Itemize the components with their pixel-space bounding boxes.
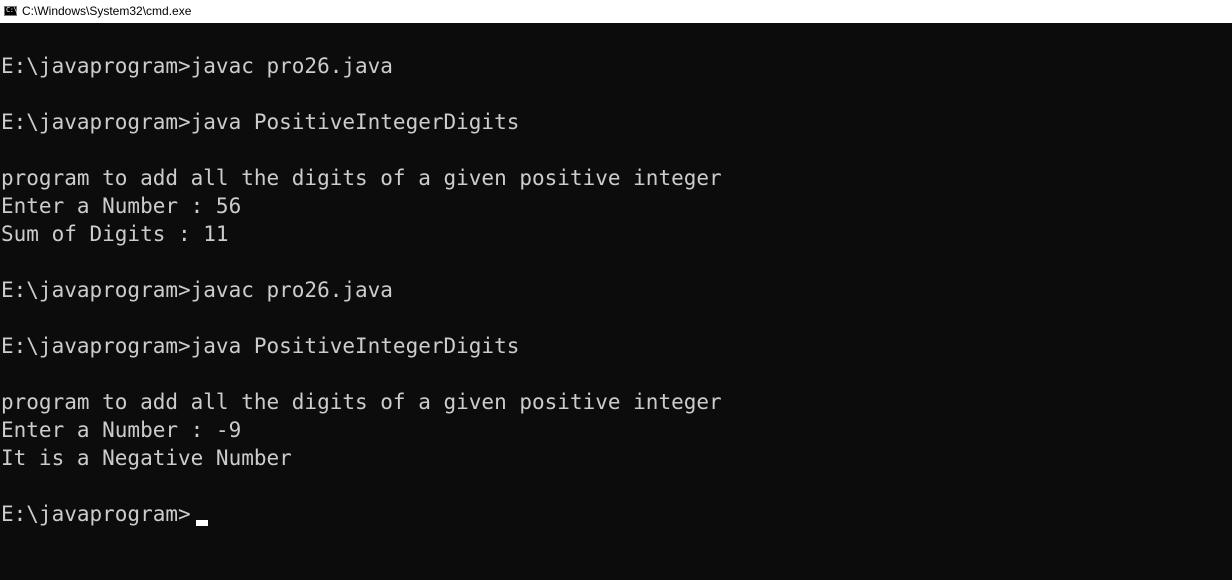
console-icon: C:\ xyxy=(4,6,18,16)
console-line: Sum of Digits : 11 xyxy=(1,222,229,246)
console-line: program to add all the digits of a given… xyxy=(1,166,722,190)
console-icon-glyph: C:\ xyxy=(6,6,18,14)
console-line: It is a Negative Number xyxy=(1,446,292,470)
console-line: Enter a Number : 56 xyxy=(1,194,242,218)
text-cursor xyxy=(196,520,208,526)
console-line: Enter a Number : -9 xyxy=(1,418,242,442)
console-line: E:\javaprogram>javac pro26.java xyxy=(1,278,393,302)
console-line: program to add all the digits of a given… xyxy=(1,390,722,414)
console-line: E:\javaprogram>java PositiveIntegerDigit… xyxy=(1,110,520,134)
console-prompt[interactable]: E:\javaprogram> xyxy=(1,500,191,528)
console-output[interactable]: E:\javaprogram>javac pro26.java E:\javap… xyxy=(0,24,1232,580)
cmd-window: C:\ C:\Windows\System32\cmd.exe E:\javap… xyxy=(0,0,1232,580)
title-bar[interactable]: C:\ C:\Windows\System32\cmd.exe xyxy=(0,0,1232,23)
window-title: C:\Windows\System32\cmd.exe xyxy=(22,4,192,18)
console-line: E:\javaprogram>javac pro26.java xyxy=(1,54,393,78)
console-line: E:\javaprogram>java PositiveIntegerDigit… xyxy=(1,334,520,358)
